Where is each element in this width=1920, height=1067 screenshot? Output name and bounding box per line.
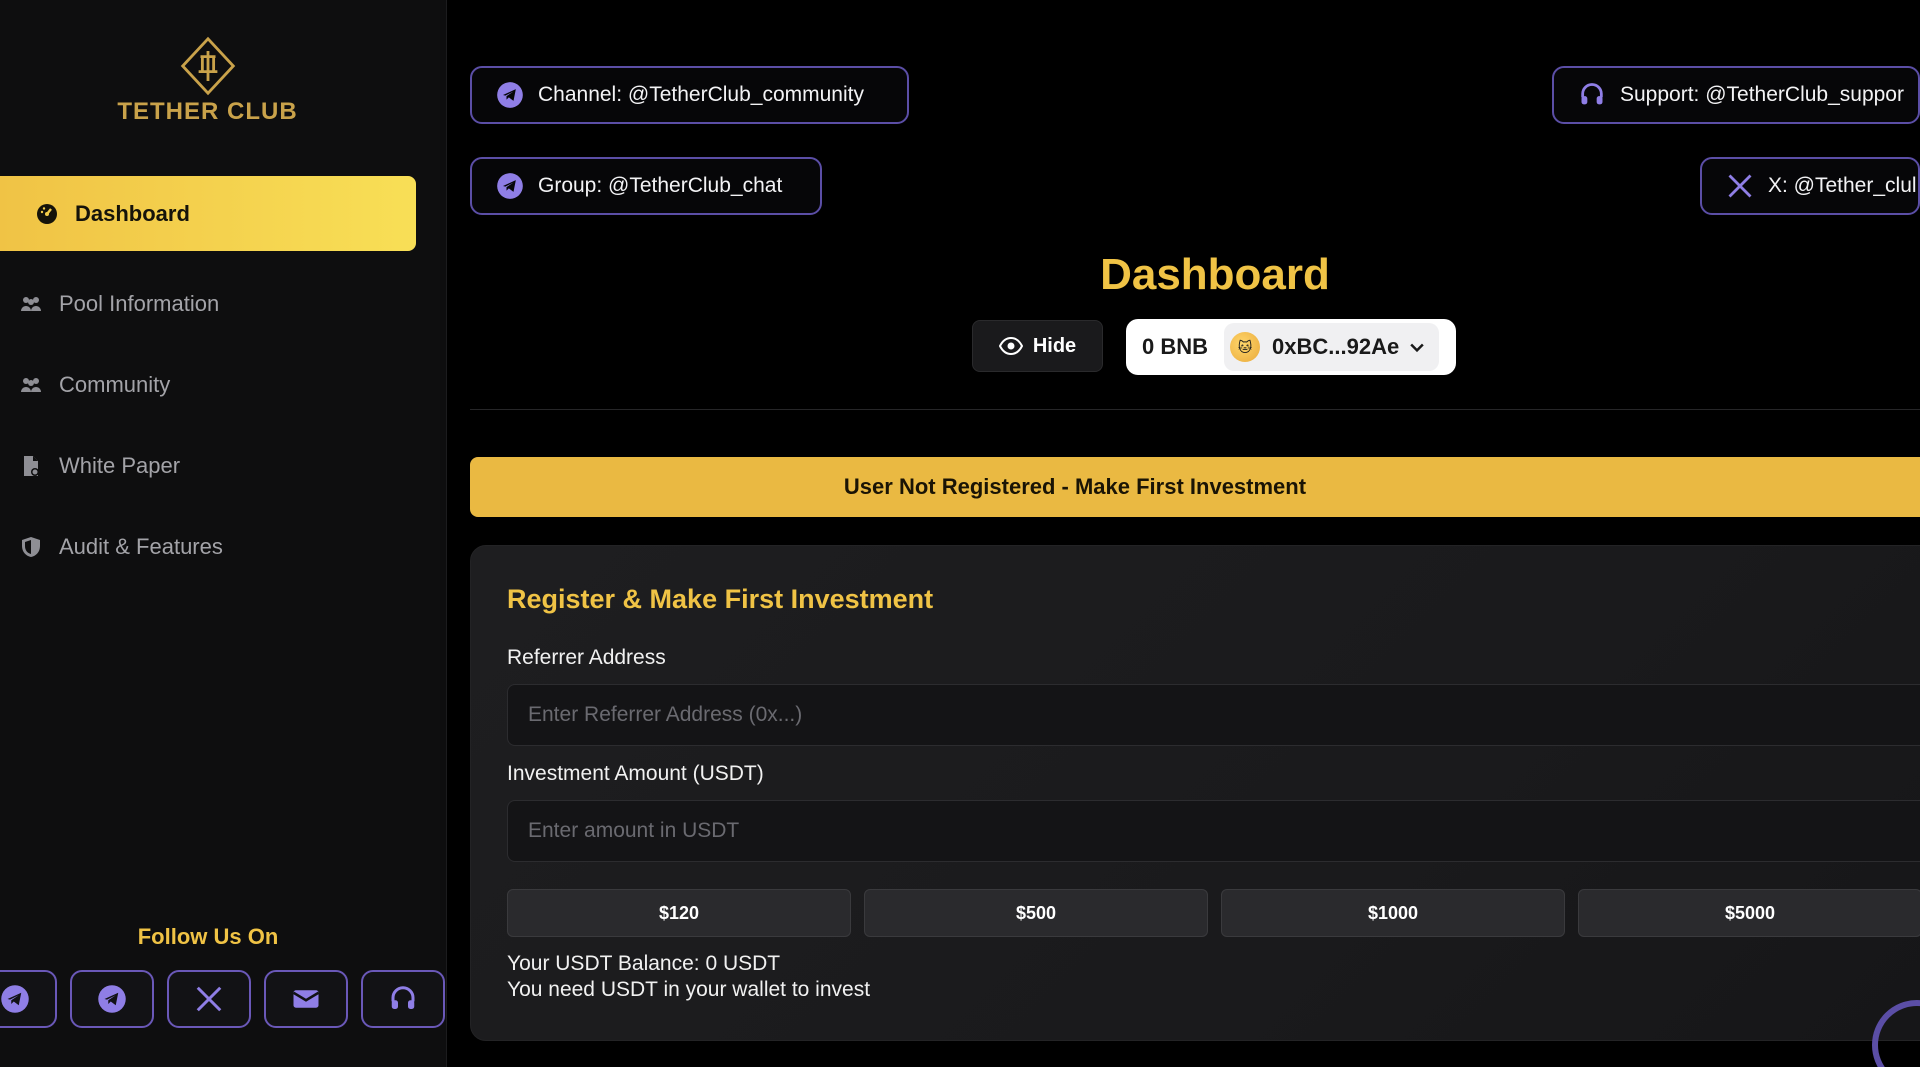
telegram-icon [496, 172, 524, 200]
telegram-icon [496, 81, 524, 109]
channel-link[interactable]: Channel: @TetherClub_community [470, 66, 909, 124]
sidebar-item-dashboard[interactable]: Dashboard [0, 176, 416, 251]
social-links [0, 970, 445, 1028]
support-link-label: Support: @TetherClub_suppor [1620, 83, 1904, 106]
registration-status-banner: User Not Registered - Make First Investm… [470, 457, 1920, 517]
document-icon [18, 453, 44, 479]
eye-icon [998, 336, 1023, 356]
wallet-address: 0xBC...92Ae [1272, 334, 1400, 359]
sidebar: TETHER CLUB Dashboard Pool Information C… [0, 0, 447, 1067]
sidebar-item-community[interactable]: Community [0, 348, 416, 422]
hide-balance-button[interactable]: Hide [972, 320, 1103, 372]
headset-icon [1578, 81, 1606, 109]
card-title: Register & Make First Investment [507, 584, 934, 614]
group-link-label: Group: @TetherClub_chat [538, 174, 783, 197]
headset-icon [391, 986, 415, 1009]
preset-amount-button[interactable]: $120 [507, 889, 851, 937]
sidebar-item-pool-information[interactable]: Pool Information [0, 267, 416, 341]
support-link-button[interactable] [361, 970, 445, 1028]
gauge-icon [34, 201, 60, 227]
sidebar-item-label: Community [59, 372, 171, 397]
x-link-label: X: @Tether_clul [1768, 174, 1917, 197]
sidebar-item-audit-features[interactable]: Audit & Features [0, 510, 416, 584]
sidebar-item-label: Dashboard [75, 200, 190, 226]
channel-link-label: Channel: @TetherClub_community [538, 83, 864, 106]
sidebar-item-white-paper[interactable]: White Paper [0, 429, 416, 503]
sidebar-item-label: Pool Information [59, 291, 220, 316]
telegram-link-button[interactable] [0, 970, 57, 1028]
shield-icon [18, 534, 44, 560]
logo-emblem-icon [180, 36, 235, 96]
usdt-balance-text: Your USDT Balance: 0 USDT [507, 952, 781, 975]
wallet-account[interactable]: 🐱 0xBC...92Ae [1224, 323, 1440, 371]
referrer-address-input[interactable] [507, 684, 1920, 746]
x-link[interactable]: X: @Tether_clul [1700, 157, 1920, 215]
investment-card: Register & Make First Investment Referre… [470, 545, 1920, 1041]
wallet-button[interactable]: 0 BNB 🐱 0xBC...92Ae [1126, 319, 1456, 375]
telegram-group-button[interactable] [70, 970, 154, 1028]
support-link[interactable]: Support: @TetherClub_suppor [1552, 66, 1920, 124]
x-icon [196, 986, 222, 1012]
logo[interactable]: TETHER CLUB [105, 36, 310, 126]
users-icon [18, 291, 44, 317]
group-link[interactable]: Group: @TetherClub_chat [470, 157, 822, 215]
logo-text: TETHER CLUB [117, 98, 298, 125]
telegram-icon [98, 985, 126, 1013]
hide-button-label: Hide [1032, 334, 1077, 357]
follow-us-title: Follow Us On [137, 924, 279, 949]
sidebar-item-label: White Paper [59, 453, 181, 478]
investment-amount-input[interactable] [507, 800, 1920, 862]
preset-amount-button[interactable]: $500 [864, 889, 1208, 937]
preset-amount-button[interactable]: $1000 [1221, 889, 1565, 937]
wallet-balance: 0 BNB [1142, 334, 1209, 359]
chevron-down-icon [1410, 343, 1424, 353]
users-icon [18, 372, 44, 398]
usdt-hint-text: You need USDT in your wallet to invest [507, 978, 871, 1001]
referrer-label: Referrer Address [507, 646, 666, 669]
header-divider [470, 409, 1920, 410]
amount-label: Investment Amount (USDT) [507, 762, 764, 785]
mail-link-button[interactable] [264, 970, 348, 1028]
banner-text: User Not Registered - Make First Investm… [843, 474, 1307, 499]
preset-amount-button[interactable]: $5000 [1578, 889, 1920, 937]
telegram-icon [1, 985, 29, 1013]
x-link-button[interactable] [167, 970, 251, 1028]
wallet-avatar: 🐱 [1230, 332, 1261, 362]
page-title: Dashboard [1100, 250, 1330, 299]
mail-icon [292, 990, 320, 1008]
x-icon [1726, 172, 1754, 200]
sidebar-item-label: Audit & Features [59, 534, 223, 559]
